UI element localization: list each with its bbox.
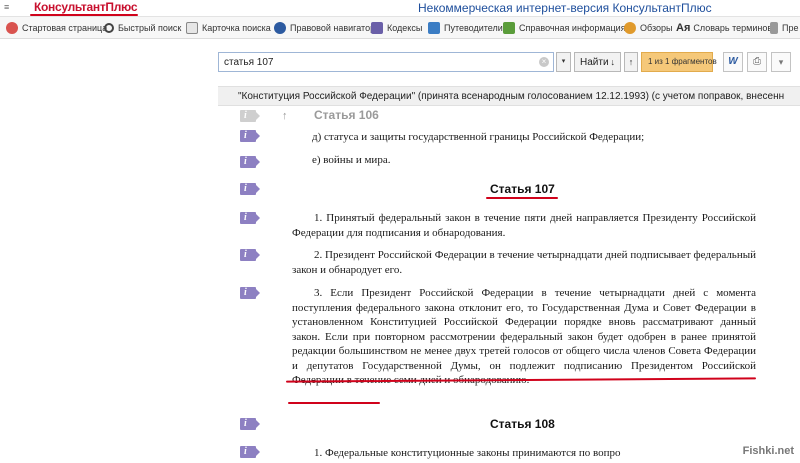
main-toolbar: Стартовая страница Быстрый поиск Карточк… (0, 17, 800, 39)
arrow-down-icon: ↓ (610, 57, 616, 67)
article-107-title: Статья 107 (490, 182, 555, 196)
paragraph-108-1: 1. Федеральные конституционные законы пр… (314, 447, 621, 459)
info-icon[interactable]: i (240, 287, 260, 299)
app-logo[interactable]: КонсультантПлюс (34, 0, 138, 14)
reviews-icon (624, 22, 636, 34)
home-icon (6, 22, 18, 34)
red-annotation-logo (30, 14, 138, 16)
search-card-icon (186, 22, 198, 34)
info-icon[interactable]: i (240, 156, 260, 168)
red-annotation-title (486, 197, 558, 199)
search-icon (104, 23, 114, 33)
fragments-counter: 1 из 1 фрагментов (641, 52, 717, 72)
info-icon[interactable]: i (240, 418, 260, 430)
toolbar-label: Быстрый поиск (118, 23, 182, 33)
navigator-icon (274, 22, 286, 34)
info-icon[interactable]: i (240, 249, 260, 261)
paragraph-d: д) статуса и защиты государственной гран… (312, 131, 645, 143)
app-title: Некоммерческая интернет-версия Консульта… (418, 1, 712, 15)
toolbar-start-page[interactable]: Стартовая страница (6, 20, 107, 36)
toolbar-dictionary[interactable]: Aя Словарь терминов (676, 20, 772, 36)
toolbar-label: Обзоры (640, 23, 673, 33)
toolbar-legal-navigator[interactable]: Правовой навигатор (274, 20, 375, 36)
red-annotation-line-2 (288, 402, 380, 404)
search-history-dropdown[interactable]: ▾ (556, 52, 571, 72)
more-actions-button[interactable]: ▾ (771, 52, 791, 72)
document-header: "Конституция Российской Федерации" (прин… (218, 86, 800, 106)
article-108-title: Статья 108 (490, 417, 555, 431)
dictionary-icon: Aя (676, 22, 691, 34)
search-box: × (218, 52, 554, 72)
toolbar-label: Пре (782, 23, 799, 33)
codes-icon (371, 22, 383, 34)
menu-icon[interactable]: ≡ (4, 2, 26, 14)
toolbar-codes[interactable]: Кодексы (371, 20, 422, 36)
export-word-button[interactable]: W (723, 52, 743, 72)
paragraph-2: 2. Президент Российской Федерации в тече… (292, 249, 756, 276)
toolbar-quick-search[interactable]: Быстрый поиск (104, 20, 181, 36)
info-icon[interactable]: i (240, 446, 260, 458)
info-icon[interactable]: i (240, 110, 260, 122)
toolbar-reviews[interactable]: Обзоры (624, 20, 672, 36)
press-icon (770, 22, 778, 34)
previous-article-title[interactable]: Статья 106 (314, 108, 379, 122)
toolbar-search-card[interactable]: Карточка поиска (186, 20, 271, 36)
toolbar-guides[interactable]: Путеводители (428, 20, 503, 36)
clear-icon[interactable]: × (539, 57, 549, 67)
paragraph-1: 1. Принятый федеральный закон в течение … (292, 212, 756, 239)
title-bar: ≡ КонсультантПлюс Некоммерческая интерне… (0, 0, 800, 17)
toolbar-label: Кодексы (387, 23, 423, 33)
info-icon[interactable]: i (240, 130, 260, 142)
find-button-label: Найти (580, 57, 609, 68)
toolbar-label: Справочная информация (519, 23, 626, 33)
info-icon[interactable]: i (240, 183, 260, 195)
toolbar-label: Стартовая страница (22, 23, 108, 33)
watermark: Fishki.net (742, 445, 794, 457)
search-input[interactable] (219, 53, 535, 71)
paragraph-e: е) войны и мира. (312, 154, 391, 166)
reference-icon (503, 22, 515, 34)
toolbar-label: Правовой навигатор (290, 23, 376, 33)
toolbar-press[interactable]: Пре (770, 20, 798, 36)
paragraph-3: 3. Если Президент Российской Федерации в… (292, 287, 756, 386)
find-previous-button[interactable]: ↑ (624, 52, 638, 72)
info-icon[interactable]: i (240, 212, 260, 224)
toolbar-label: Путеводители (444, 23, 503, 33)
guides-icon (428, 22, 440, 34)
toolbar-reference-info[interactable]: Справочная информация (503, 20, 626, 36)
arrow-up-icon[interactable]: ↑ (282, 110, 288, 122)
print-button[interactable]: ⎙ (747, 52, 767, 72)
toolbar-label: Карточка поиска (202, 23, 271, 33)
find-button[interactable]: Найти ↓ (574, 52, 621, 72)
toolbar-label: Словарь терминов (693, 23, 773, 33)
